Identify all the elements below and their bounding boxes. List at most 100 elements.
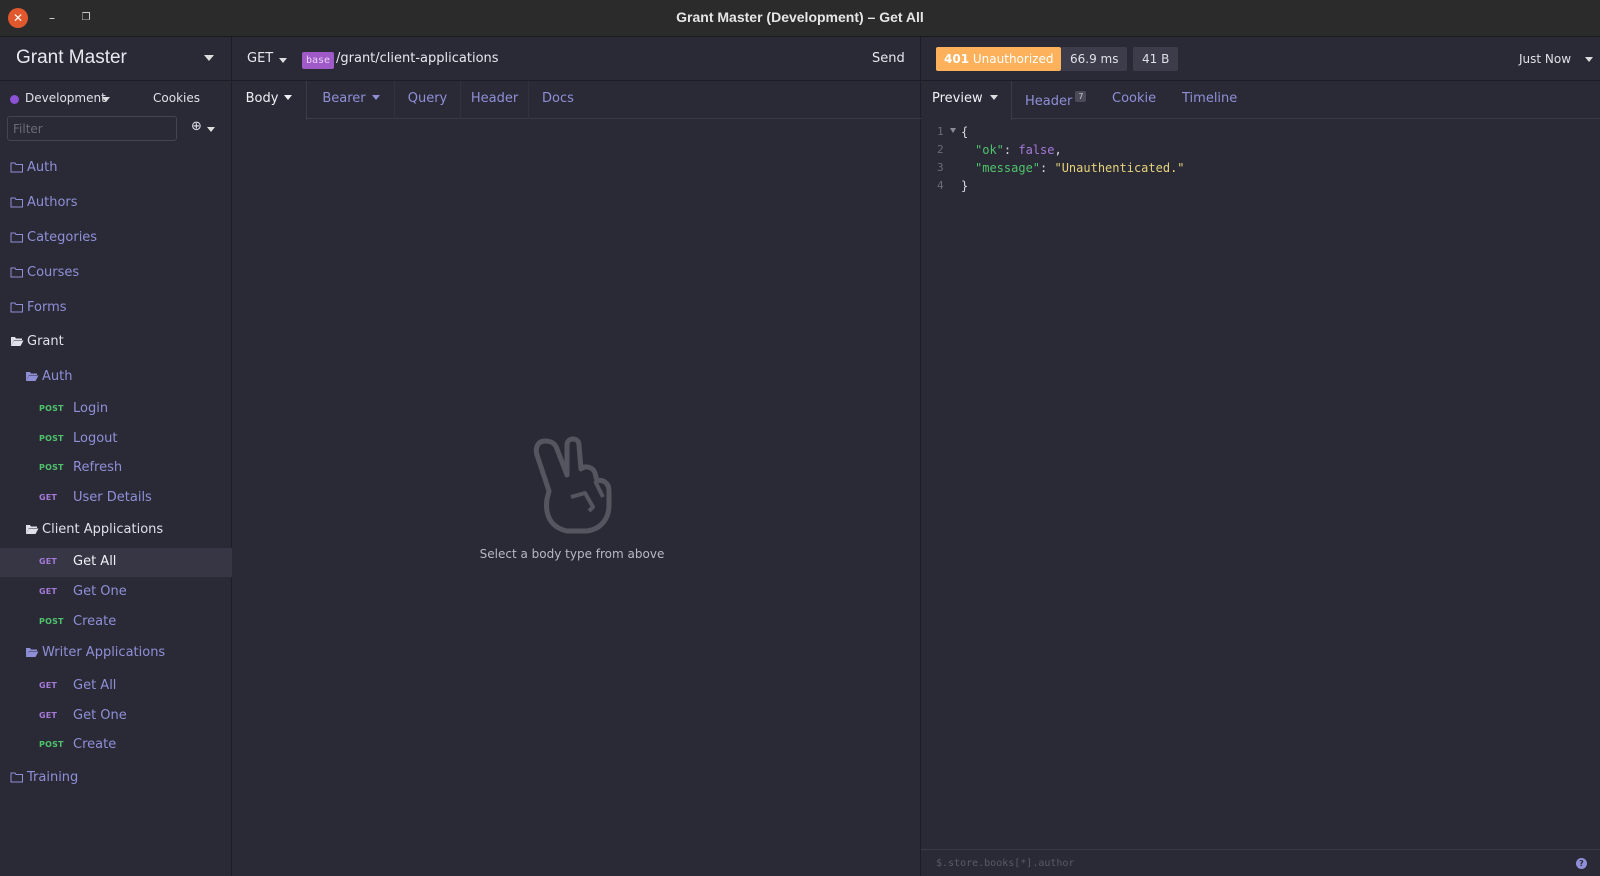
folder-icon xyxy=(10,161,24,173)
sidebar-item-label: Get All xyxy=(73,678,117,693)
sidebar-item-label: Grant xyxy=(27,334,64,349)
response-filter-bar: ? xyxy=(921,849,1600,876)
sidebar-folder-item[interactable]: Auth xyxy=(0,363,232,392)
sidebar-item-label: Refresh xyxy=(73,460,123,475)
method-badge: POST xyxy=(39,617,64,626)
sidebar-item-label: Training xyxy=(27,770,79,785)
code-line: 1 { xyxy=(921,125,1600,143)
sidebar-item-label: Get One xyxy=(73,708,127,723)
sidebar-request-item[interactable]: GET Get One xyxy=(0,702,232,731)
sidebar-folder-item[interactable]: Categories xyxy=(0,224,232,253)
json-value: false xyxy=(1018,143,1055,157)
tab-query[interactable]: Query xyxy=(395,81,460,119)
folder-open-icon xyxy=(25,370,39,382)
sidebar-filter-input[interactable] xyxy=(7,116,177,141)
environment-selector[interactable]: Development xyxy=(25,91,106,105)
sidebar-item-label: Writer Applications xyxy=(42,645,166,660)
sidebar-request-item[interactable]: POST Login xyxy=(0,395,232,424)
sidebar-folder-item[interactable]: Auth xyxy=(0,154,232,183)
tab-bearer[interactable]: Bearer xyxy=(308,81,394,119)
workspace-selector[interactable]: Grant Master xyxy=(0,37,232,81)
url-bar: GET base /grant/client-applications Send xyxy=(232,37,921,81)
sidebar-item-label: Create xyxy=(73,614,117,629)
method-badge: GET xyxy=(39,681,58,690)
sidebar-item-label: Client Applications xyxy=(42,522,164,537)
tab-response-header[interactable]: Header 7 xyxy=(1025,91,1087,109)
code-text: } xyxy=(961,179,969,193)
code-line: 4 } xyxy=(921,179,1600,197)
folder-icon xyxy=(10,231,24,243)
request-pane: GET base /grant/client-applications Send… xyxy=(232,37,921,876)
status-code: 401 xyxy=(944,52,970,66)
sidebar-folder-item[interactable]: Grant xyxy=(0,328,232,357)
sidebar-request-item[interactable]: POST Logout xyxy=(0,425,232,454)
fold-caret-icon[interactable] xyxy=(950,128,956,133)
response-pane: 401 Unauthorized 66.9 ms 41 B Just Now P… xyxy=(921,37,1600,876)
sidebar-folder-item[interactable]: Courses xyxy=(0,259,232,288)
sidebar-request-item[interactable]: POST Create xyxy=(0,731,232,760)
method-caret-icon[interactable] xyxy=(279,58,287,63)
sidebar-request-item[interactable]: POST Create xyxy=(0,608,232,637)
method-badge: POST xyxy=(39,404,64,413)
folder-icon xyxy=(10,196,24,208)
tab-docs[interactable]: Docs xyxy=(529,81,587,119)
json-value: "Unauthenticated." xyxy=(1054,161,1185,175)
sidebar-request-item[interactable]: GET Get All xyxy=(0,672,232,701)
sidebar-folder-item[interactable]: Writer Applications xyxy=(0,639,232,668)
body-empty-message: Select a body type from above xyxy=(479,547,665,561)
tab-bearer-label: Bearer xyxy=(322,91,366,106)
tab-preview-caret-icon xyxy=(989,95,998,100)
tab-body[interactable]: Body xyxy=(232,81,307,120)
response-size-badge: 41 B xyxy=(1133,47,1179,71)
method-badge: GET xyxy=(39,493,58,502)
response-status-bar: 401 Unauthorized 66.9 ms 41 B Just Now xyxy=(921,37,1600,81)
send-button[interactable]: Send xyxy=(872,51,905,66)
environment-color-dot xyxy=(10,95,19,104)
url-input[interactable]: /grant/client-applications xyxy=(336,51,499,66)
tab-header[interactable]: Header xyxy=(461,81,528,119)
base-variable-tag[interactable]: base xyxy=(302,52,335,69)
tab-timeline[interactable]: Timeline xyxy=(1182,91,1237,106)
body-empty-state: Select a body type from above xyxy=(472,435,672,561)
method-badge: POST xyxy=(39,434,64,443)
sidebar-request-item[interactable]: GET Get All xyxy=(0,548,232,577)
sidebar-folder-item[interactable]: Authors xyxy=(0,189,232,218)
json-key: "ok" xyxy=(975,143,1004,157)
history-caret-icon[interactable] xyxy=(1585,57,1593,62)
sidebar-item-label: Get One xyxy=(73,584,127,599)
sidebar-folder-item[interactable]: Training xyxy=(0,764,232,793)
code-line: 2 "ok": false, xyxy=(921,143,1600,161)
line-number: 4 xyxy=(937,179,944,192)
sidebar-folder-item[interactable]: Forms xyxy=(0,294,232,323)
add-item-caret-icon[interactable] xyxy=(207,127,215,132)
sidebar-item-label: Auth xyxy=(27,160,58,175)
response-filter-input[interactable] xyxy=(931,854,1551,872)
workspace-caret-icon xyxy=(204,55,214,61)
sidebar: Grant Master Development Cookies ⊕ Auth A… xyxy=(0,37,232,876)
code-text: { xyxy=(961,125,969,139)
sidebar-request-item[interactable]: GET User Details xyxy=(0,484,232,513)
line-number: 1 xyxy=(937,125,944,138)
environment-caret-icon[interactable] xyxy=(102,97,110,102)
sidebar-item-label: Categories xyxy=(27,230,98,245)
method-badge: POST xyxy=(39,740,64,749)
tab-preview-label: Preview xyxy=(932,91,983,106)
sidebar-item-label: Get All xyxy=(73,554,117,569)
method-selector[interactable]: GET xyxy=(247,51,273,66)
sidebar-request-item[interactable]: POST Refresh xyxy=(0,454,232,483)
sidebar-folder-item[interactable]: Client Applications xyxy=(0,516,232,545)
method-badge: GET xyxy=(39,711,58,720)
folder-icon xyxy=(10,301,24,313)
environment-row: Development Cookies xyxy=(0,81,232,115)
cookies-button[interactable]: Cookies xyxy=(153,91,200,105)
method-badge: GET xyxy=(39,587,58,596)
code-text: "message": "Unauthenticated." xyxy=(975,161,1185,175)
tab-body-label: Body xyxy=(245,91,279,106)
sidebar-request-item[interactable]: GET Get One xyxy=(0,578,232,607)
help-icon[interactable]: ? xyxy=(1576,858,1587,869)
history-selector[interactable]: Just Now xyxy=(1519,52,1571,66)
add-item-icon[interactable]: ⊕ xyxy=(191,119,202,134)
tab-preview[interactable]: Preview xyxy=(932,91,998,106)
tab-response-header-label: Header xyxy=(1025,94,1073,109)
tab-cookie[interactable]: Cookie xyxy=(1112,91,1156,106)
